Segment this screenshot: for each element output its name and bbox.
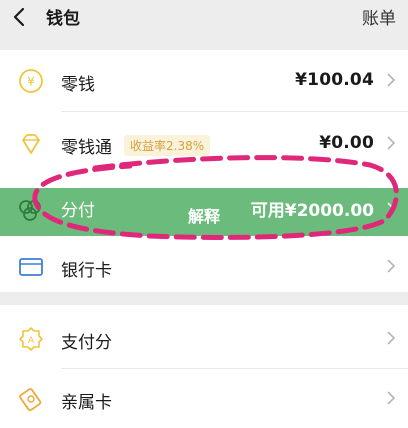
pay-score-label: 支付分: [61, 333, 112, 353]
svg-text:A: A: [28, 336, 35, 346]
chevron-right-icon: [387, 259, 396, 273]
chevron-right-icon: [387, 202, 396, 216]
change-plus-balance: ¥0.00: [319, 133, 374, 153]
family-card-label: 亲属卡: [61, 393, 112, 413]
divider: [61, 111, 408, 112]
bank-card-label: 银行卡: [61, 261, 112, 281]
chevron-right-icon: [387, 136, 396, 150]
back-arrow-icon[interactable]: [11, 6, 31, 28]
svg-text:¥: ¥: [27, 75, 35, 89]
chevron-right-icon: [387, 391, 396, 405]
yield-rate-badge: 收益率2.38%: [124, 135, 211, 156]
list-item-family-card[interactable]: 亲属卡: [0, 368, 408, 428]
list-item-pay-score[interactable]: A 支付分: [0, 308, 408, 368]
installment-available: 可用¥2000.00: [250, 201, 374, 221]
change-label: 零钱: [61, 75, 95, 95]
family-card-icon: [19, 388, 42, 412]
card-icon: [19, 258, 43, 276]
change-plus-label: 零钱通: [61, 138, 112, 158]
bill-button[interactable]: 账单: [362, 4, 396, 29]
list-item-change[interactable]: ¥ 零钱 ¥100.04: [0, 50, 408, 110]
top-nav-bar: 钱包 账单: [0, 0, 408, 40]
chevron-right-icon: [387, 73, 396, 87]
page-title: 钱包: [46, 9, 80, 29]
change-balance: ¥100.04: [295, 70, 374, 90]
coin-icon: ¥: [19, 69, 43, 93]
chevron-right-icon: [387, 331, 396, 345]
list-item-bank-card[interactable]: 银行卡: [0, 236, 408, 296]
badge-icon: A: [19, 327, 43, 351]
diamond-icon: [22, 134, 40, 154]
